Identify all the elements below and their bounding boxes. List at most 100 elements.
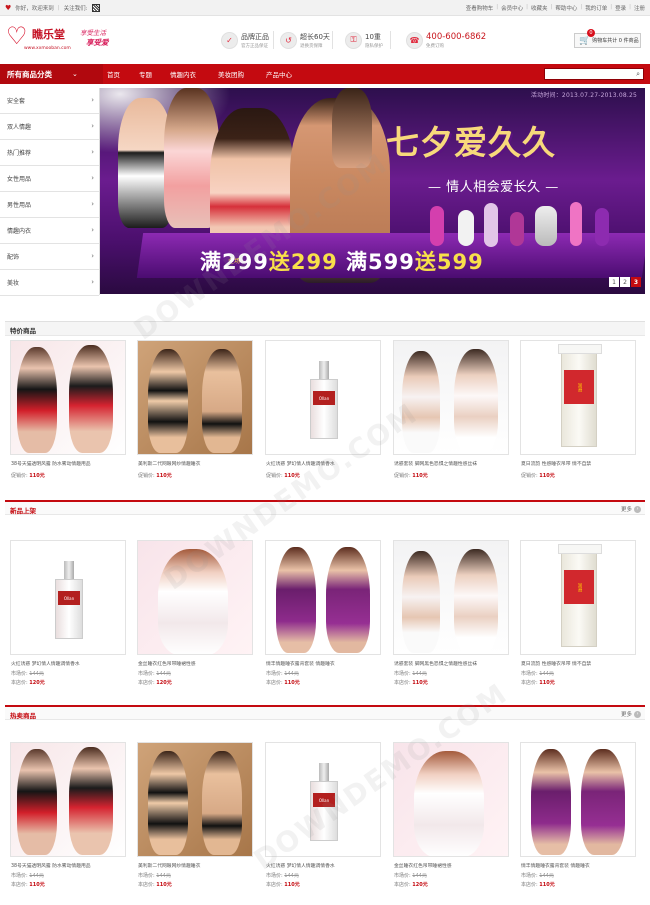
product-name[interactable]: 夏日流韵 性感睡衣吊带 情不自禁 — [521, 660, 637, 667]
search-icon[interactable]: ⌕ — [636, 70, 640, 79]
nav-item-lingerie[interactable]: 情趣内衣 — [170, 64, 196, 84]
favorites-link[interactable]: 收藏夹 — [531, 4, 548, 12]
shop-price: 110元 — [156, 882, 172, 888]
product-name[interactable]: 诱惑套装 脚网黑色恐惧之情趣性感丝袜 — [394, 660, 510, 667]
product-card[interactable]: 金丝睡衣红色吊带睡裙性感 市场价: 144元 本店价: 120元 — [137, 540, 253, 690]
slide-dot-1[interactable]: 1 — [609, 277, 619, 287]
product-name[interactable]: 火红诱惑 梦幻情人情趣调情香水 — [266, 460, 382, 467]
feature-title: 10重 — [365, 32, 381, 41]
product-card[interactable]: 润滑 夏日流韵 性感睡衣吊带 情不自禁 市场价: 144元 本店价: 110元 — [520, 540, 636, 690]
sidebar-item-hot[interactable]: 热门推荐 › — [0, 140, 99, 166]
product-name[interactable]: 情丰情趣睡衣露背套装 情趣睡衣 — [521, 862, 637, 869]
product-card[interactable]: 诱惑套装 脚网黑色恐惧之情趣性感丝袜 市场价: 144元 本店价: 110元 — [393, 540, 509, 690]
product-icon — [570, 202, 582, 246]
product-name[interactable]: 火红诱惑 梦幻情人情趣调情香水 — [266, 862, 382, 869]
product-name[interactable]: 诱惑套装 脚网黑色恐惧之情趣性感丝袜 — [394, 460, 510, 467]
top-links: 查看购物车 | 会员中心 | 收藏夹 | 帮助中心 | 我的订单 | 登录 | 注册 — [465, 4, 645, 12]
nav-item-products[interactable]: 产品中心 — [266, 64, 292, 84]
slide-dot-3[interactable]: 3 — [631, 277, 641, 287]
product-image[interactable]: Ollan — [265, 742, 381, 857]
site-logo[interactable]: ♡ 瞧乐堂 www.xxmooban.com 享受生活 享受爱 — [6, 22, 126, 56]
product-card[interactable]: 38号天猫透明风露 防水雾动情趣用品 促销价: 110元 — [10, 340, 126, 490]
sidebar-item-couples[interactable]: 双人情趣 › — [0, 114, 99, 140]
product-image[interactable] — [10, 340, 126, 455]
feature-sub: 隐私保护 — [365, 43, 383, 49]
product-name[interactable]: 38号天猫透明风露 防水雾动情趣用品 — [11, 460, 127, 467]
cart-button[interactable]: 🛒 购物车共计 0 件商品 — [574, 33, 641, 48]
product-image[interactable]: Ollan — [10, 540, 126, 655]
product-name[interactable]: 夏日流韵 性感睡衣吊带 情不自禁 — [521, 460, 637, 467]
product-image[interactable]: 润滑 — [520, 540, 636, 655]
member-center-link[interactable]: 会员中心 — [501, 4, 523, 12]
price-line: 促销价: 110元 — [138, 473, 172, 479]
product-card[interactable]: 美利斯二代网眼网纱情趣睡衣 市场价: 144元 本店价: 110元 — [137, 742, 253, 892]
chevron-right-icon: › — [91, 278, 94, 286]
hotline-sub: 免费订购 — [426, 43, 444, 49]
sidebar-item-beauty[interactable]: 美妆 › — [0, 270, 99, 296]
product-name[interactable]: 情丰情趣睡衣露背套装 情趣睡衣 — [266, 660, 382, 667]
product-card[interactable]: 情丰情趣睡衣露背套装 情趣睡衣 市场价: 144元 本店价: 110元 — [520, 742, 636, 892]
promo-banner[interactable]: 活动时间：2013.07.27-2013.08.25 七夕爱久久 — 情人相会爱… — [100, 88, 645, 294]
market-price-line: 市场价: 144元 — [138, 873, 171, 879]
chevron-right-icon: › — [634, 505, 641, 513]
product-name[interactable]: 美利斯二代网眼网纱情趣睡衣 — [138, 460, 254, 467]
product-card[interactable]: Ollan 火红诱惑 梦幻情人情趣调情香水 市场价: 144元 本店价: 110… — [265, 742, 381, 892]
product-name[interactable]: 金丝睡衣红色吊带睡裙性感 — [394, 862, 510, 869]
product-card[interactable]: 金丝睡衣红色吊带睡裙性感 市场价: 144元 本店价: 120元 — [393, 742, 509, 892]
slogan-line-2: 享受爱 — [86, 38, 109, 47]
slide-dot-2[interactable]: 2 — [620, 277, 630, 287]
more-link[interactable]: 更多 › — [621, 710, 641, 718]
banner-slogan: 七夕爱久久 — [386, 123, 556, 162]
product-card[interactable]: 润滑 夏日流韵 性感睡衣吊带 情不自禁 促销价: 110元 — [520, 340, 636, 490]
search-input[interactable]: ⌕ — [544, 68, 644, 80]
sidebar-item-female[interactable]: 女性用品 › — [0, 166, 99, 192]
section-title: 特价商品 — [10, 327, 36, 335]
product-name[interactable]: 金丝睡衣红色吊带睡裙性感 — [138, 660, 254, 667]
qrcode-icon[interactable] — [91, 4, 100, 12]
product-image[interactable] — [393, 340, 509, 455]
sidebar-item-lingerie[interactable]: 情趣内衣 › — [0, 218, 99, 244]
product-image[interactable] — [520, 742, 636, 857]
product-image[interactable] — [137, 742, 253, 857]
my-orders-link[interactable]: 我的订单 — [585, 4, 607, 12]
product-image[interactable] — [393, 742, 509, 857]
login-link[interactable]: 登录 — [615, 4, 626, 12]
product-image[interactable] — [10, 742, 126, 857]
product-image[interactable]: Ollan — [265, 340, 381, 455]
product-card[interactable]: Ollan 火红诱惑 梦幻情人情趣调情香水 促销价: 110元 — [265, 340, 381, 490]
product-image[interactable] — [137, 540, 253, 655]
feature-privacy: ⚿ 10重 隐私保护 — [345, 28, 383, 52]
all-categories-button[interactable]: 所有商品分类 ⌄ — [0, 64, 103, 84]
product-image[interactable] — [393, 540, 509, 655]
sidebar-item-male[interactable]: 男性用品 › — [0, 192, 99, 218]
register-link[interactable]: 注册 — [634, 4, 645, 12]
product-card[interactable]: 诱惑套装 脚网黑色恐惧之情趣性感丝袜 促销价: 110元 — [393, 340, 509, 490]
product-image[interactable] — [265, 540, 381, 655]
product-card[interactable]: 美利斯二代网眼网纱情趣睡衣 促销价: 110元 — [137, 340, 253, 490]
banner-promo: 满299送299 满599送599 — [200, 250, 484, 274]
sidebar-item-accessories[interactable]: 配饰 › — [0, 244, 99, 270]
shop-price: 120元 — [156, 680, 172, 686]
more-link[interactable]: 更多 › — [621, 505, 641, 513]
feature-return: ↺ 超长60天 退换货保障 — [280, 28, 330, 52]
product-name[interactable]: 38号天猫透明风露 防水雾动情趣用品 — [11, 862, 127, 869]
sidebar-item-label: 男性用品 — [7, 202, 32, 209]
product-card[interactable]: Ollan 火红诱惑 梦幻情人情趣调情香水 市场价: 144元 本店价: 120… — [10, 540, 126, 690]
product-image[interactable]: 润滑 — [520, 340, 636, 455]
view-cart-link[interactable]: 查看购物车 — [466, 4, 494, 12]
nav-item-beauty[interactable]: 美妆团购 — [218, 64, 244, 84]
product-name[interactable]: 美利斯二代网眼网纱情趣睡衣 — [138, 862, 254, 869]
product-card[interactable]: 情丰情趣睡衣露背套装 情趣睡衣 市场价: 144元 本店价: 110元 — [265, 540, 381, 690]
shop-price-line: 本店价: 110元 — [138, 882, 172, 888]
price-line: 促销价: 110元 — [394, 473, 428, 479]
feature-title: 超长60天 — [300, 32, 330, 41]
nav-item-home[interactable]: 首页 — [107, 64, 120, 84]
market-price: 144元 — [156, 671, 171, 677]
sidebar-item-condoms[interactable]: 安全套 › — [0, 88, 99, 114]
shop-price-line: 本店价: 110元 — [521, 680, 555, 686]
help-center-link[interactable]: 帮助中心 — [555, 4, 577, 12]
nav-item-topics[interactable]: 专题 — [139, 64, 152, 84]
product-image[interactable] — [137, 340, 253, 455]
product-name[interactable]: 火红诱惑 梦幻情人情趣调情香水 — [11, 660, 127, 667]
product-card[interactable]: 38号天猫透明风露 防水雾动情趣用品 市场价: 144元 本店价: 110元 — [10, 742, 126, 892]
